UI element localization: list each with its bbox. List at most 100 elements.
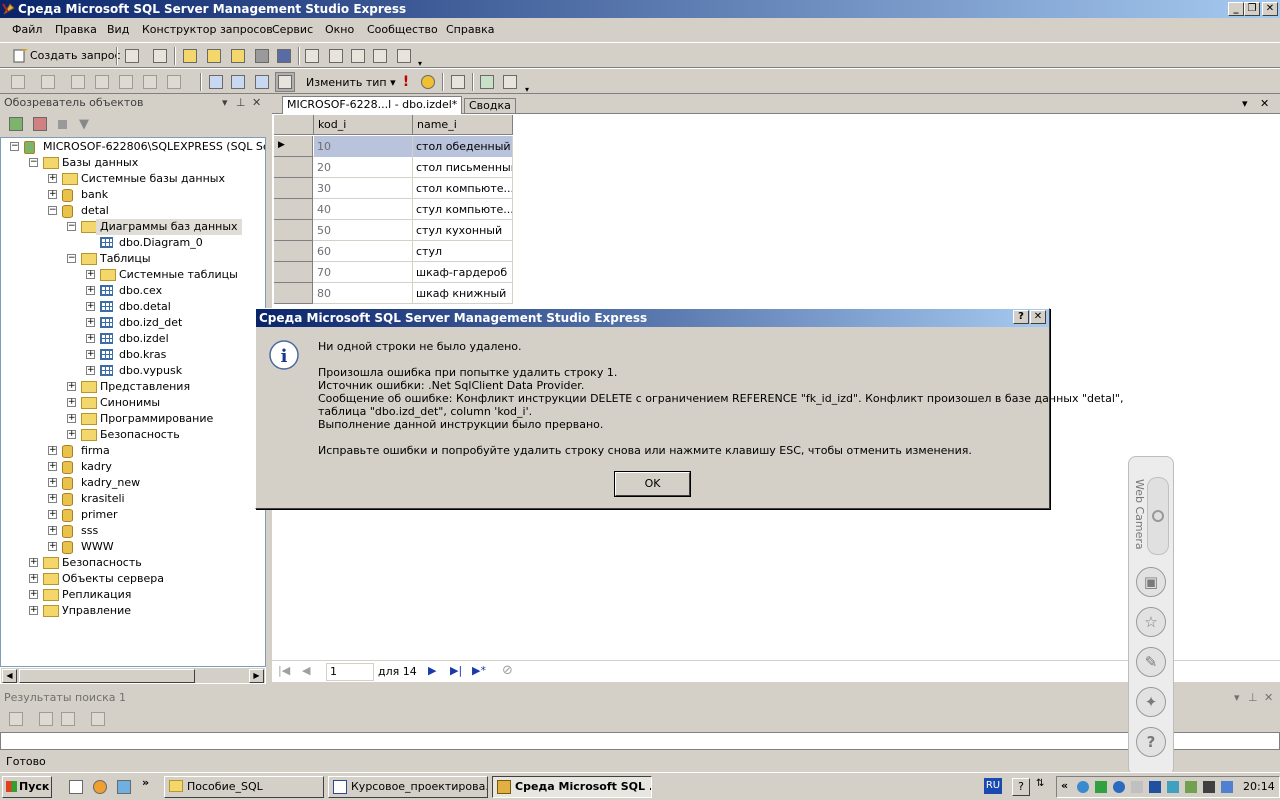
table-row[interactable]: 40 стул компьюте... [274,199,513,220]
dialog-close-button[interactable]: ✕ [1030,310,1046,324]
next-record-icon[interactable]: ▶ [428,664,436,677]
table-row[interactable]: ▶ 10 стол обеденный [274,136,513,157]
tray-sync-icon[interactable] [1113,781,1125,793]
snapshot-icon[interactable]: ▣ [1136,567,1166,597]
cell-name-i[interactable]: шкаф книжный [413,283,513,304]
expand-icon[interactable]: + [86,366,95,375]
tray-network-icon[interactable] [1077,781,1089,793]
tree-node[interactable]: Безопасность [100,427,180,443]
cell-name-i[interactable]: шкаф-гардероб [413,262,513,283]
row-header[interactable] [274,262,313,283]
tray-app-icon[interactable] [1131,781,1143,793]
cell-kod-i[interactable]: 50 [314,220,413,241]
cell-kod-i[interactable]: 80 [314,283,413,304]
table-row[interactable]: 30 стол компьюте... [274,178,513,199]
tree-node[interactable]: Безопасность [62,555,142,571]
expand-icon[interactable]: + [29,590,38,599]
expand-icon[interactable]: + [48,174,57,183]
collapse-icon[interactable]: − [48,206,57,215]
properties-button[interactable] [394,46,414,66]
collapse-icon[interactable]: − [29,158,38,167]
task-ssms[interactable]: Среда Microsoft SQL ... [492,776,652,798]
new-file-button[interactable] [122,46,142,66]
tree-node[interactable]: firma [81,443,110,459]
cell-kod-i[interactable]: 40 [314,199,413,220]
show-diagram-button[interactable] [8,72,28,92]
cell-kod-i[interactable]: 20 [314,157,413,178]
tree-node[interactable]: Представления [100,379,190,395]
tree-node[interactable]: Диаграммы баз данных [96,219,242,235]
column-header-kod-i[interactable]: kod_i [314,115,413,135]
remove-filter-button[interactable] [140,72,160,92]
expand-icon[interactable]: + [48,542,57,551]
sql-pane-button[interactable] [252,72,272,92]
group-by-toggle-button[interactable] [448,72,468,92]
expand-icon[interactable]: + [29,606,38,615]
template-explorer-button[interactable] [348,46,368,66]
toolbar-options-chevron-icon[interactable]: ▾ [418,59,422,68]
results-pane-button[interactable] [275,72,295,92]
cell-kod-i[interactable]: 70 [314,262,413,283]
tree-node[interactable]: Базы данных [62,155,138,171]
expand-icon[interactable]: + [86,286,95,295]
table-row[interactable]: 20 стол письменный [274,157,513,178]
prev-result-button[interactable] [36,709,56,729]
menu-community[interactable]: Сообщество [367,23,438,36]
quicklaunch-browser-icon[interactable] [90,777,110,797]
cell-name-i[interactable]: стол обеденный [413,136,513,157]
ok-button[interactable]: OK [614,471,691,497]
cell-kod-i[interactable]: 10 [314,136,413,157]
tray-expand-icon[interactable]: « [1061,779,1068,792]
tray-volume-icon[interactable] [1221,781,1233,793]
row-header[interactable] [274,178,313,199]
expand-icon[interactable]: + [48,510,57,519]
row-header[interactable] [274,199,313,220]
cell-name-i[interactable]: стол компьюте... [413,178,513,199]
cancel-edit-icon[interactable]: ⊘ [502,663,513,678]
cell-kod-i[interactable]: 60 [314,241,413,262]
tree-node[interactable]: dbo.vypusk [119,363,182,379]
results-close-icon[interactable]: ✕ [1264,690,1273,705]
change-type-dropdown[interactable]: Изменить тип ▾ [306,76,396,89]
expand-icon[interactable]: + [86,334,95,343]
tray-bluetooth-icon[interactable] [1167,781,1179,793]
menu-help[interactable]: Справка [446,23,494,36]
clear-results-button[interactable] [88,709,108,729]
tray-download-icon[interactable] [1095,781,1107,793]
first-record-icon[interactable]: |◀ [278,664,290,677]
menu-window[interactable]: Окно [325,23,354,36]
tray-display-icon[interactable] [1203,781,1215,793]
document-close-icon[interactable]: ✕ [1260,97,1269,110]
table-row[interactable]: 50 стул кухонный [274,220,513,241]
tree-node[interactable]: Системные таблицы [119,267,238,283]
scroll-right-icon[interactable]: ▶ [249,669,264,683]
prev-record-icon[interactable]: ◀ [302,664,310,677]
new-project-button[interactable] [150,46,170,66]
tree-node[interactable]: dbo.detal [119,299,171,315]
expand-icon[interactable]: + [86,270,95,279]
tree-node[interactable]: Программирование [100,411,213,427]
pin-icon[interactable]: ⊥ [236,95,246,110]
tree-node[interactable]: bank [81,187,108,203]
expand-icon[interactable]: + [67,430,76,439]
row-header[interactable] [274,241,313,262]
panel-menu-chevron-icon[interactable]: ▾ [222,95,228,110]
dialog-help-button[interactable]: ? [1013,310,1029,324]
tree-node[interactable]: Репликация [62,587,131,603]
collapse-icon[interactable]: − [67,222,76,231]
row-header[interactable] [274,283,313,304]
add-derived-table-button[interactable] [500,72,520,92]
task-kursovoe[interactable]: Курсовое_проектирова... [328,776,488,798]
clock[interactable]: 20:14 [1243,780,1275,793]
cell-name-i[interactable]: стул компьюте... [413,199,513,220]
collapse-icon[interactable]: − [67,254,76,263]
save-button[interactable] [252,46,272,66]
edit-icon[interactable]: ✎ [1136,647,1166,677]
tree-horizontal-scrollbar[interactable]: ◀ ▶ [0,667,266,684]
scroll-left-icon[interactable]: ◀ [2,669,17,683]
execute-sql-button[interactable]: ! [396,72,416,92]
cell-name-i[interactable]: стол письменный [413,157,513,178]
settings-wrench-icon[interactable]: ✦ [1136,687,1166,717]
tab-list-chevron-icon[interactable]: ▾ [1242,97,1248,110]
expand-icon[interactable]: + [29,558,38,567]
